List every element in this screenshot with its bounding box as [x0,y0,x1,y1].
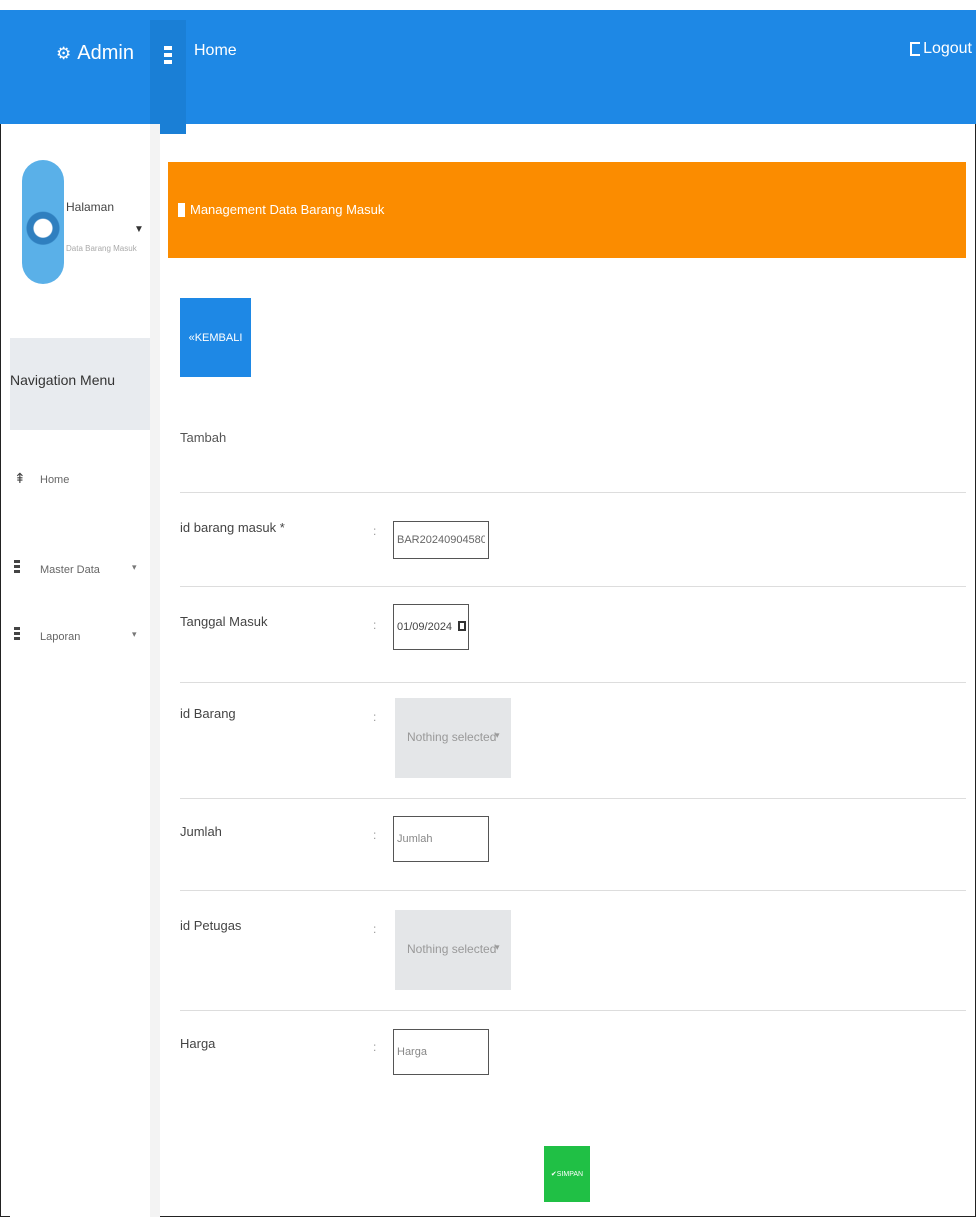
sidebar-item-master-data[interactable]: Master Data ▾ [14,560,144,590]
logout-icon [910,42,921,56]
breadcrumb-home[interactable]: Home [194,42,237,60]
navigation-menu-heading: Navigation Menu [10,338,150,430]
divider [180,586,966,587]
save-button[interactable]: ✔ SIMPAN [544,1146,590,1202]
list-icon [14,627,20,642]
caret-down-icon: ▾ [495,730,500,740]
date-value: 01/09/2024 [397,621,453,633]
field-label-id-barang-masuk: id barang masuk * [180,520,285,535]
sidebar-divider [150,124,160,1217]
back-button[interactable]: «KEMBALI [180,298,251,377]
id-barang-select[interactable]: Nothing selected ▾ [395,698,511,778]
tanggal-masuk-date-field[interactable]: 01/09/2024 [393,604,469,650]
id-barang-masuk-field[interactable] [393,521,489,559]
panel-title: Management Data Barang Masuk [190,202,385,217]
form-section-title: Tambah [180,430,227,445]
id-petugas-select[interactable]: Nothing selected ▾ [395,910,511,990]
divider [180,682,966,683]
list-icon [14,560,20,575]
jumlah-field[interactable] [393,816,489,862]
avatar [22,160,64,284]
user-name: Halaman [66,200,115,214]
panel-header: Management Data Barang Masuk [168,162,966,258]
sidebar-item-label: Master Data [40,564,100,576]
user-profile[interactable]: Halaman Data Barang Masuk ▼ [14,160,144,290]
logout-button[interactable]: Logout [910,40,972,58]
sidebar-item-label: Laporan [40,631,81,643]
sidebar-item-home[interactable]: ⇞ Home [14,470,144,500]
select-value: Nothing selected [407,730,497,744]
brand[interactable]: ⚙ Admin [56,42,134,65]
menu-toggle-button[interactable] [150,20,186,134]
field-label-harga: Harga [180,1036,216,1051]
field-colon: : [373,828,377,842]
field-label-id-barang: id Barang [180,706,236,721]
select-value: Nothing selected [407,942,497,956]
home-icon: ⇞ [14,470,26,486]
hamburger-icon [164,46,172,67]
navigation-menu-label: Navigation Menu [10,372,116,388]
chevron-down-icon: ▾ [132,629,137,639]
sidebar-item-laporan[interactable]: Laporan ▾ [14,627,144,657]
divider [180,1010,966,1011]
chevron-down-icon: ▾ [132,562,137,572]
logout-label: Logout [923,40,972,57]
field-colon: : [373,710,377,724]
user-role: Data Barang Masuk [66,244,137,253]
calendar-icon[interactable] [458,621,466,631]
caret-down-icon: ▾ [495,942,500,952]
top-navbar: ⚙ Admin Home Logout [0,0,976,134]
save-label: SIMPAN [556,1170,584,1178]
harga-field[interactable] [393,1029,489,1075]
divider [180,890,966,891]
list-icon [178,202,185,217]
brand-label: Admin [77,42,134,64]
field-colon: : [373,618,377,632]
field-colon: : [373,922,377,936]
sidebar-item-label: Home [40,474,70,486]
field-label-jumlah: Jumlah [180,824,222,839]
field-label-tanggal-masuk: Tanggal Masuk [180,614,268,629]
back-label: KEMBALI [194,331,243,344]
divider [180,492,966,493]
field-colon: : [373,1040,377,1054]
field-colon: : [373,524,377,538]
field-label-id-petugas: id Petugas [180,918,242,933]
divider [180,798,966,799]
gear-icon: ⚙ [56,43,72,63]
caret-down-icon[interactable]: ▼ [134,224,144,235]
